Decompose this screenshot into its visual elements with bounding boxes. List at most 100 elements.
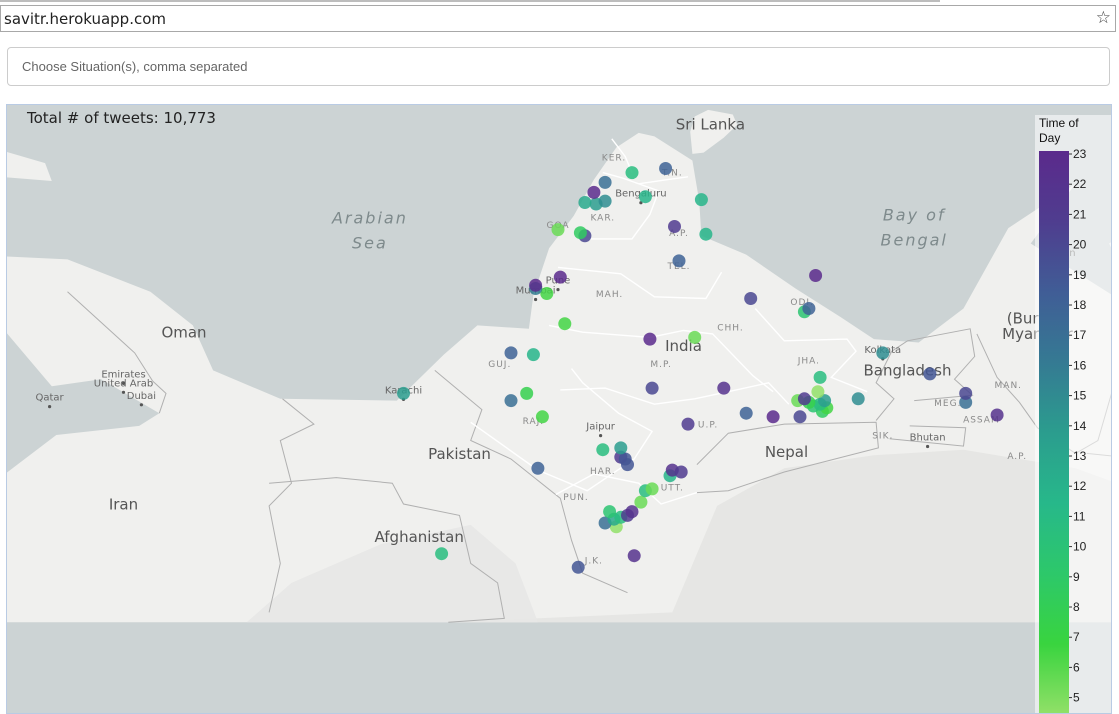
map-label-sea: Arabian	[331, 209, 408, 228]
map-svg[interactable]: AfghanistanIranPakistanNepalIndiaBanglad…	[7, 105, 1112, 714]
tweet-point[interactable]	[852, 392, 865, 405]
total-tweets-count: Total # of tweets: 10,773	[27, 109, 216, 127]
map-label-state: HAR.	[590, 467, 616, 477]
colorbar-tick-label: 13	[1073, 449, 1087, 463]
map-label-state: JHA.	[797, 356, 820, 366]
tweet-point[interactable]	[599, 195, 612, 208]
tweet-point[interactable]	[809, 269, 822, 282]
tweet-point[interactable]	[531, 462, 544, 475]
tweet-point[interactable]	[505, 346, 518, 359]
map-basemap	[7, 105, 1112, 714]
colorbar-tick-label: 21	[1073, 207, 1087, 221]
tweet-point[interactable]	[527, 348, 540, 361]
tweet-point[interactable]	[536, 410, 549, 423]
map-label-country: Iran	[109, 496, 138, 514]
colorbar-tick-label: 23	[1073, 147, 1087, 161]
map-label-country: Nepal	[765, 443, 808, 461]
tweet-point[interactable]	[744, 292, 757, 305]
tweet-point[interactable]	[603, 505, 616, 518]
tweet-point[interactable]	[626, 505, 639, 518]
tweet-point[interactable]	[628, 549, 641, 562]
map-label-city: Qatar	[36, 393, 65, 404]
map-label-state: KAR.	[590, 213, 615, 223]
tweet-point[interactable]	[740, 407, 753, 420]
map-label-city: Jaipur	[585, 422, 616, 433]
tweet-point[interactable]	[659, 162, 672, 175]
city-marker	[599, 434, 602, 437]
map-label-country: Oman	[161, 323, 206, 341]
browser-top-edge	[0, 0, 940, 2]
tweet-point[interactable]	[397, 387, 410, 400]
tweet-point[interactable]	[646, 482, 659, 495]
tweet-point[interactable]	[923, 367, 936, 380]
tweet-point[interactable]	[717, 382, 730, 395]
map-label-state: MAN.	[995, 381, 1023, 391]
tweet-point[interactable]	[520, 387, 533, 400]
tweet-point[interactable]	[643, 333, 656, 346]
tweet-point[interactable]	[529, 279, 542, 292]
colorbar-tick-label: 9	[1073, 570, 1080, 584]
colorbar-title: Day	[1039, 131, 1060, 145]
tweet-point[interactable]	[639, 190, 652, 203]
city-marker	[122, 391, 125, 394]
map-label-state: J.K.	[584, 556, 603, 566]
tweet-point[interactable]	[626, 166, 639, 179]
map-label-state: A.P.	[1007, 452, 1027, 462]
tweet-point[interactable]	[435, 547, 448, 560]
city-marker	[534, 298, 537, 301]
tweet-point[interactable]	[552, 223, 565, 236]
map-label-sea: Bengal	[881, 230, 948, 249]
map-label-sea: Bay of	[883, 205, 946, 224]
tweet-point[interactable]	[876, 346, 889, 359]
tweet-point[interactable]	[811, 385, 824, 398]
colorbar-tick-label: 19	[1073, 268, 1087, 282]
tweet-point[interactable]	[959, 387, 972, 400]
map-label-country: Pakistan	[428, 445, 491, 463]
colorbar-tick-label: 15	[1073, 389, 1087, 403]
tweet-point[interactable]	[572, 561, 585, 574]
address-bar[interactable]: savitr.herokuapp.com ☆	[0, 5, 1116, 32]
city-marker	[556, 288, 559, 291]
tweet-point[interactable]	[587, 186, 600, 199]
map-label-state: KER.	[602, 154, 626, 164]
tweet-point[interactable]	[646, 382, 659, 395]
tweet-point[interactable]	[682, 418, 695, 431]
bookmark-star-icon[interactable]: ☆	[1096, 8, 1111, 28]
map-label-state: U.P.	[698, 421, 718, 431]
tweet-point[interactable]	[574, 226, 587, 239]
tweet-point[interactable]	[558, 317, 571, 330]
tweet-point[interactable]	[794, 410, 807, 423]
tweet-point[interactable]	[596, 443, 609, 456]
tweet-point[interactable]	[814, 371, 827, 384]
url-text[interactable]: savitr.herokuapp.com	[4, 10, 166, 28]
colorbar-tick-label: 5	[1073, 691, 1080, 705]
tweet-point[interactable]	[688, 331, 701, 344]
map-label-state: CHH.	[717, 324, 744, 334]
tweet-point[interactable]	[699, 228, 712, 241]
tweet-point[interactable]	[798, 392, 811, 405]
tweet-point[interactable]	[634, 496, 647, 509]
situation-input[interactable]	[7, 47, 1110, 86]
tweet-point[interactable]	[614, 441, 627, 454]
tweet-point[interactable]	[619, 453, 632, 466]
tweet-point[interactable]	[675, 466, 688, 479]
map-label-state: MEG.	[934, 399, 961, 409]
tweet-point[interactable]	[505, 394, 518, 407]
tweet-point[interactable]	[767, 410, 780, 423]
tweet-point[interactable]	[695, 193, 708, 206]
colorbar-tick-label: 17	[1073, 328, 1087, 342]
map-label-city: Bhutan	[910, 433, 946, 444]
tweet-point[interactable]	[554, 271, 567, 284]
colorbar-tick-label: 22	[1073, 177, 1087, 191]
tweet-map[interactable]: AfghanistanIranPakistanNepalIndiaBanglad…	[6, 104, 1112, 714]
tweet-point[interactable]	[802, 302, 815, 315]
tweet-point[interactable]	[991, 409, 1004, 422]
tweet-point[interactable]	[668, 220, 681, 233]
tweet-point[interactable]	[578, 196, 591, 209]
map-label-state: UTT.	[661, 484, 684, 494]
city-marker	[926, 445, 929, 448]
tweet-point[interactable]	[540, 287, 553, 300]
tweet-point[interactable]	[673, 254, 686, 267]
tweet-point[interactable]	[599, 176, 612, 189]
map-label-sea: Sri Lanka	[676, 115, 745, 133]
